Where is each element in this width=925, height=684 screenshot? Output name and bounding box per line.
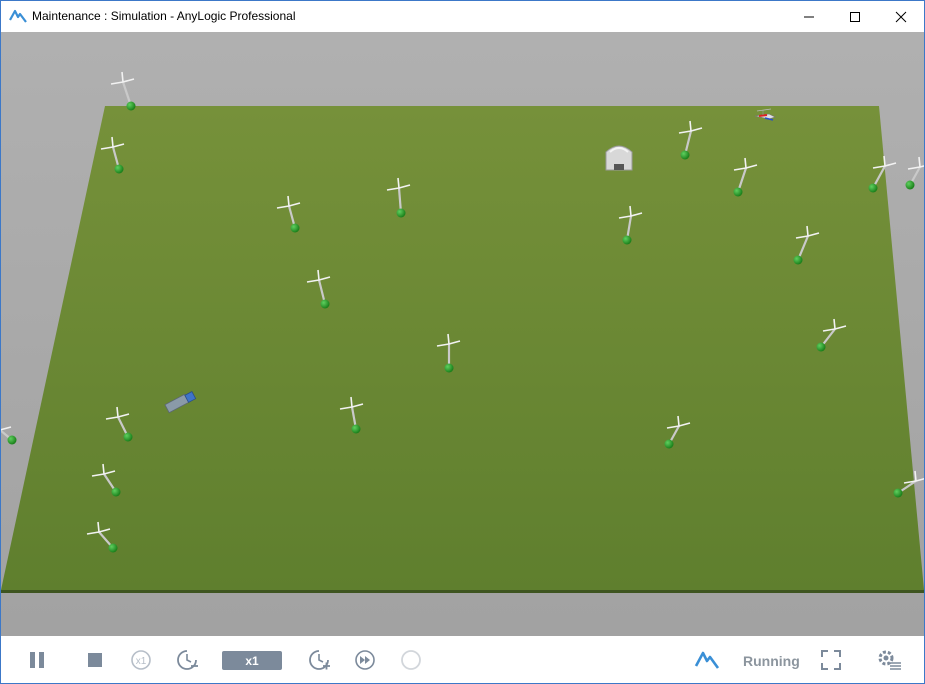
simulation-viewport[interactable] <box>1 32 924 636</box>
anylogic-logo <box>693 648 721 672</box>
fast-forward-icon <box>355 650 375 670</box>
svg-text:x1: x1 <box>136 656 147 667</box>
maximize-button[interactable] <box>832 1 878 32</box>
ground-edge <box>1 590 924 593</box>
pause-button[interactable] <box>25 648 49 672</box>
anylogic-logo-icon <box>9 9 27 23</box>
warehouse-building[interactable] <box>605 145 633 171</box>
settings-icon <box>878 650 901 670</box>
speed-indicator[interactable]: x1 <box>222 651 282 670</box>
fast-forward-button[interactable] <box>353 648 377 672</box>
speed-up-button[interactable] <box>307 648 333 672</box>
anylogic-logo-icon <box>694 651 720 669</box>
fullscreen-button[interactable] <box>819 648 843 672</box>
window-title: Maintenance : Simulation - AnyLogic Prof… <box>32 9 296 23</box>
minimize-icon <box>804 16 814 17</box>
minimize-button[interactable] <box>786 1 832 32</box>
speed-up-icon <box>309 650 330 670</box>
app-window: Maintenance : Simulation - AnyLogic Prof… <box>0 0 925 684</box>
run-status: Running <box>743 653 800 669</box>
realtime-x1-icon: x1 <box>131 650 151 670</box>
settings-button[interactable] <box>875 648 903 672</box>
slow-down-icon <box>177 650 198 670</box>
close-button[interactable] <box>878 1 924 32</box>
stop-icon <box>88 653 102 667</box>
3d-scene[interactable] <box>1 32 924 636</box>
close-icon <box>895 11 907 22</box>
step-icon <box>401 650 421 670</box>
step-button[interactable] <box>399 648 423 672</box>
run-toolbar: x1 x1 Running <box>1 636 924 683</box>
stop-button[interactable] <box>83 648 107 672</box>
maximize-icon <box>850 11 860 22</box>
pause-icon <box>30 652 44 668</box>
title-bar: Maintenance : Simulation - AnyLogic Prof… <box>1 1 924 32</box>
slow-down-button[interactable] <box>175 648 201 672</box>
fullscreen-icon <box>821 650 841 670</box>
realtime-button[interactable]: x1 <box>129 648 153 672</box>
ground-plane <box>1 106 924 590</box>
